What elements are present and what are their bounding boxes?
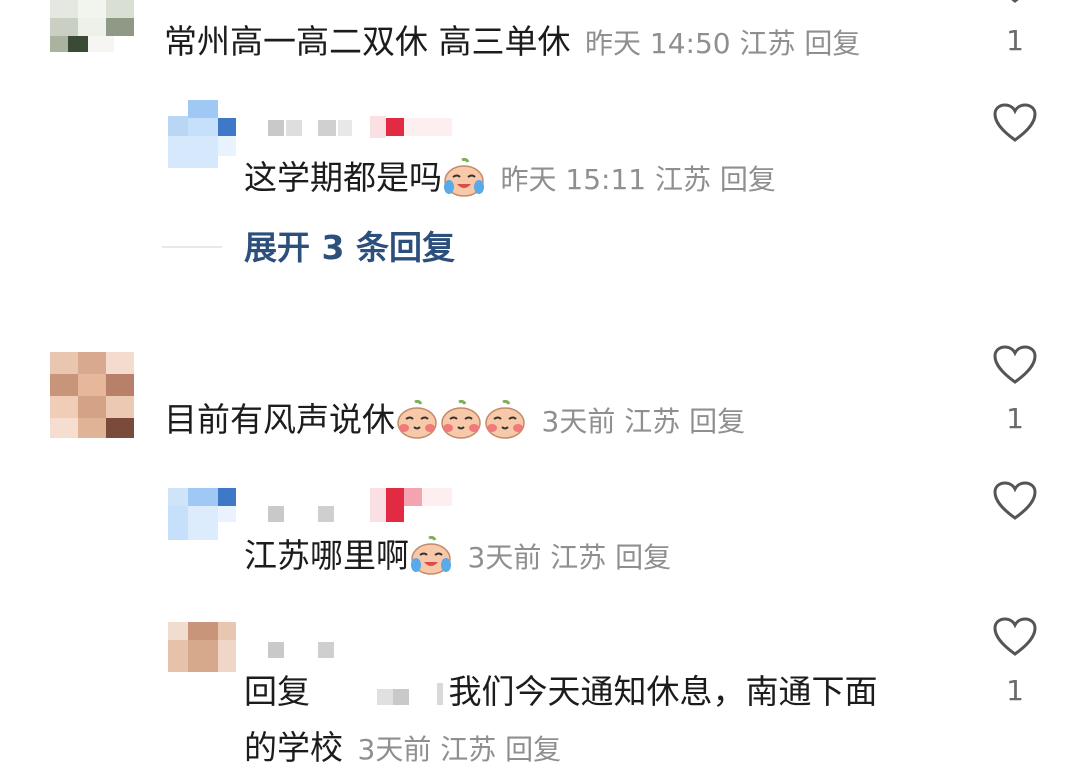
reply-button[interactable]: 回复 xyxy=(615,541,671,574)
comment-location: 江苏 xyxy=(739,27,796,60)
heart-outline-icon[interactable] xyxy=(992,344,1038,386)
reply-location: 江苏 xyxy=(550,541,607,574)
reply-button[interactable]: 回复 xyxy=(804,27,860,60)
comment-body: 目前有风声说休 xyxy=(164,400,395,439)
reply-text: 江苏哪里啊 3天前 江苏 回复 xyxy=(244,534,671,580)
reply-button[interactable]: 回复 xyxy=(720,163,776,196)
blushing-emoji-icon xyxy=(483,399,527,439)
blushing-emoji-icon xyxy=(439,399,483,439)
reply-text: 这学期都是吗 昨天 15:11 江苏 回复 xyxy=(244,156,776,202)
reply-body-line2: 的学校 xyxy=(244,728,343,767)
username-blurred[interactable] xyxy=(268,640,338,660)
reply-meta: 3天前 江苏 回复 xyxy=(358,733,562,766)
avatar[interactable] xyxy=(50,0,134,52)
reply-button[interactable]: 回复 xyxy=(689,405,745,438)
reply-body: 这学期都是吗 xyxy=(244,158,442,197)
reply-location: 江苏 xyxy=(655,163,712,196)
comment-meta: 昨天 14:50 江苏 回复 xyxy=(585,27,860,60)
avatar[interactable] xyxy=(50,352,134,438)
reply-body: 江苏哪里啊 xyxy=(244,536,409,575)
comment-time: 昨天 14:50 xyxy=(585,27,731,60)
username-blurred[interactable] xyxy=(268,488,458,522)
reply-meta: 3天前 江苏 回复 xyxy=(468,541,672,574)
reply-body: 我们今天通知休息，南通下面 xyxy=(448,672,878,711)
heart-outline-icon[interactable] xyxy=(995,0,1035,6)
expand-replies-button[interactable]: 展开 3 条回复 xyxy=(244,226,455,270)
reply-location: 江苏 xyxy=(440,733,497,766)
heart-outline-icon[interactable] xyxy=(992,102,1038,144)
crying-laughing-emoji-icon xyxy=(409,535,453,575)
reply-time: 3天前 xyxy=(357,733,432,766)
blushing-emoji-icon xyxy=(395,399,439,439)
heart-outline-icon[interactable] xyxy=(992,480,1038,522)
reply-button[interactable]: 回复 xyxy=(505,733,561,766)
reply-text: 回复 我们今天通知休息，南通下面 xyxy=(244,670,878,714)
comment-time: 3天前 xyxy=(541,405,616,438)
username-blurred[interactable] xyxy=(268,116,458,140)
comment-location: 江苏 xyxy=(624,405,681,438)
comment-text: 目前有风声说休 3天前 江苏 回复 xyxy=(164,398,745,444)
comment-body: 常州高一高二双休 高三单休 xyxy=(164,22,571,61)
like-count: 1 xyxy=(1006,674,1024,707)
avatar[interactable] xyxy=(168,622,236,672)
reply-time: 昨天 15:11 xyxy=(500,163,647,196)
avatar[interactable] xyxy=(168,100,236,168)
mentioned-username-blurred[interactable] xyxy=(321,677,449,707)
reply-text-continued: 的学校 3天前 江苏 回复 xyxy=(244,726,561,772)
reply-meta: 昨天 15:11 江苏 回复 xyxy=(501,163,776,196)
reply-prefix: 回复 xyxy=(244,672,310,711)
avatar[interactable] xyxy=(168,488,236,540)
like-count: 1 xyxy=(1006,402,1024,435)
crying-laughing-emoji-icon xyxy=(442,157,486,197)
comment-text: 常州高一高二双休 高三单休 昨天 14:50 江苏 回复 xyxy=(164,20,860,66)
expand-divider xyxy=(162,246,222,248)
heart-outline-icon[interactable] xyxy=(992,616,1038,658)
reply-time: 3天前 xyxy=(467,541,542,574)
like-count: 1 xyxy=(1006,24,1024,57)
comment-meta: 3天前 江苏 回复 xyxy=(542,405,746,438)
